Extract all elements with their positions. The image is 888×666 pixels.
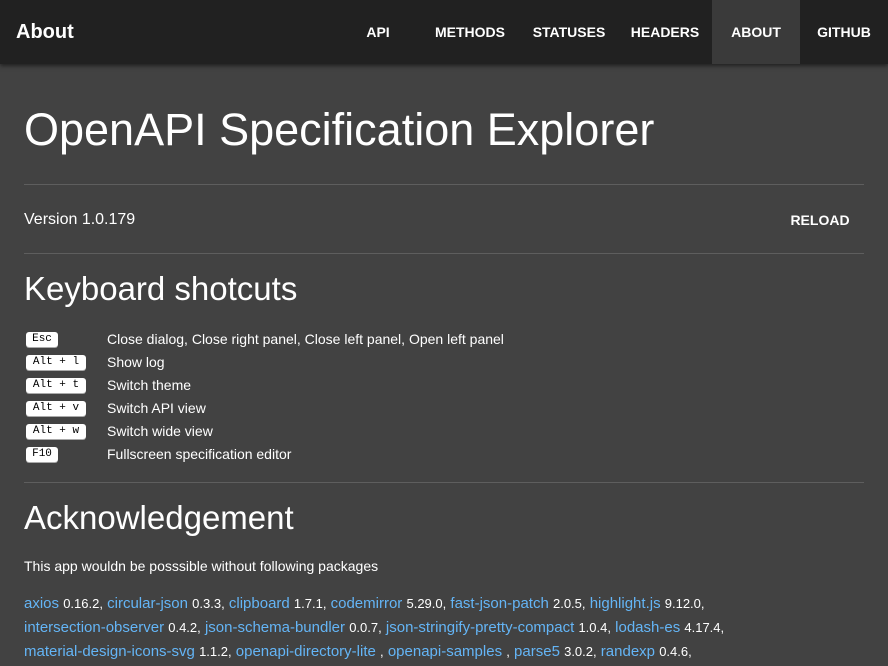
package-link-intersection-observer[interactable]: intersection-observer xyxy=(24,619,164,636)
divider xyxy=(24,184,864,185)
shortcut-row: Alt + l Show log xyxy=(24,352,864,372)
shortcut-description: Switch wide view xyxy=(107,423,213,439)
divider xyxy=(24,482,864,483)
nav-item-headers[interactable]: HEADERS xyxy=(624,0,706,64)
shortcut-description: Switch API view xyxy=(107,400,206,416)
nav-item-api[interactable]: API xyxy=(354,0,402,64)
app-title: About xyxy=(16,21,74,43)
shortcut-row: F10 Fullscreen specification editor xyxy=(24,444,864,464)
package-link-clipboard[interactable]: clipboard xyxy=(229,595,290,612)
nav-item-about[interactable]: ABOUT xyxy=(712,0,800,64)
shortcut-key: Alt + t xyxy=(26,378,86,393)
package-link-parse5[interactable]: parse5 xyxy=(514,643,560,660)
version-text: Version 1.0.179 xyxy=(24,211,136,228)
nav-item-methods[interactable]: METHODS xyxy=(428,0,512,64)
package-version: 1.7.1, xyxy=(293,596,327,611)
package-version: , xyxy=(506,644,510,659)
package-version: 1.1.2, xyxy=(199,644,232,659)
acknowledgement-intro: This app wouldn be posssible without fol… xyxy=(24,558,379,574)
shortcut-row: Esc Close dialog, Close right panel, Clo… xyxy=(24,329,864,349)
package-version: 1.0.4, xyxy=(578,620,611,635)
shortcut-row: Alt + v Switch API view xyxy=(24,398,864,418)
package-list-line: material-design-icons-svg 1.1.2, openapi… xyxy=(24,642,692,662)
shortcut-key: Esc xyxy=(26,332,58,347)
package-link-axios[interactable]: axios xyxy=(24,595,59,612)
package-link-json-schema-bundler[interactable]: json-schema-bundler xyxy=(205,619,345,636)
package-version: 9.12.0, xyxy=(664,596,705,611)
shortcut-key: F10 xyxy=(26,447,58,462)
package-version: 5.29.0, xyxy=(406,596,447,611)
package-version: 0.4.2, xyxy=(168,620,201,635)
package-version: 0.16.2, xyxy=(63,596,103,611)
shortcut-description: Close dialog, Close right panel, Close l… xyxy=(107,331,504,347)
package-link-fast-json-patch[interactable]: fast-json-patch xyxy=(450,595,548,612)
package-list-line: axios 0.16.2, circular-json 0.3.3, clipb… xyxy=(24,594,705,614)
package-version: 4.17.4, xyxy=(684,620,725,635)
acknowledgement-heading: Acknowledgement xyxy=(24,499,294,536)
page-title: OpenAPI Specification Explorer xyxy=(24,104,655,155)
shortcut-description: Switch theme xyxy=(107,377,192,393)
shortcut-row: Alt + w Switch wide view xyxy=(24,421,864,441)
package-link-lodash-es[interactable]: lodash-es xyxy=(615,619,680,636)
nav-item-github[interactable]: GITHUB xyxy=(806,0,882,64)
package-version: 0.3.3, xyxy=(192,596,225,611)
shortcut-description: Fullscreen specification editor xyxy=(107,446,292,462)
package-link-randexp[interactable]: randexp xyxy=(601,643,655,660)
top-app-bar: About API METHODS STATUSES HEADERS ABOUT… xyxy=(0,0,888,64)
divider xyxy=(24,253,864,254)
reload-button[interactable]: RELOAD xyxy=(782,204,858,236)
shortcut-key: Alt + l xyxy=(26,355,86,370)
package-version: 3.0.2, xyxy=(564,644,597,659)
nav-item-statuses[interactable]: STATUSES xyxy=(526,0,612,64)
shortcut-row: Alt + t Switch theme xyxy=(24,375,864,395)
package-link-codemirror[interactable]: codemirror xyxy=(331,595,403,612)
package-version: 0.4.6, xyxy=(659,644,692,659)
package-version: , xyxy=(380,644,384,659)
package-link-highlight-js[interactable]: highlight.js xyxy=(590,595,661,612)
package-version: 0.0.7, xyxy=(349,620,382,635)
shortcut-description: Show log xyxy=(107,354,165,370)
package-link-openapi-samples[interactable]: openapi-samples xyxy=(388,643,502,660)
package-link-material-design-icons-svg[interactable]: material-design-icons-svg xyxy=(24,643,195,660)
package-version: 2.0.5, xyxy=(552,596,586,611)
package-link-json-stringify-pretty-compact[interactable]: json-stringify-pretty-compact xyxy=(386,619,574,636)
package-link-openapi-directory-lite[interactable]: openapi-directory-lite xyxy=(236,643,376,660)
shortcuts-heading: Keyboard shotcuts xyxy=(24,270,298,307)
shortcut-key: Alt + v xyxy=(26,401,86,416)
shortcut-key: Alt + w xyxy=(26,424,86,439)
package-link-circular-json[interactable]: circular-json xyxy=(107,595,188,612)
package-list-line: intersection-observer 0.4.2, json-schema… xyxy=(24,618,724,638)
